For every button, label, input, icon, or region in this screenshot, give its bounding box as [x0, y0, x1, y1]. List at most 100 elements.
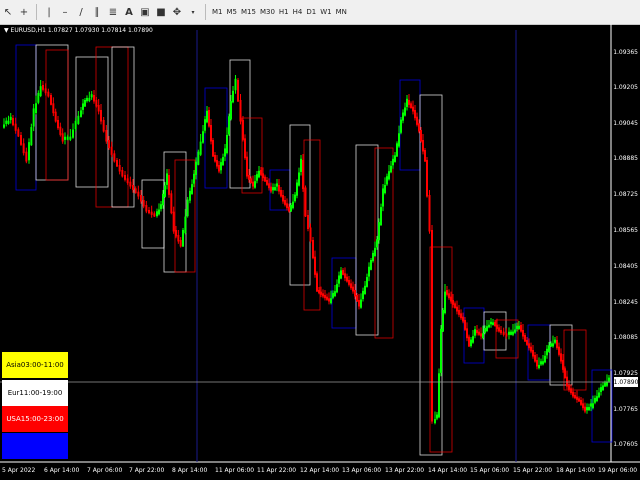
timeframe-m15-button[interactable]: M15: [240, 7, 257, 17]
bull-candle-body: [470, 339, 472, 347]
bull-candle-body: [518, 325, 520, 329]
bear-candle-body: [132, 185, 134, 190]
bull-candle-body: [596, 396, 598, 402]
toolbar: ↖ + | – / ∥ ≣ A ▣ ■ ✥ ▾ M1 M5 M15 M30 H1…: [0, 0, 640, 25]
bull-candle-body: [35, 103, 37, 114]
bull-candle-body: [88, 97, 91, 102]
trendline-icon[interactable]: /: [74, 5, 88, 19]
bear-candle-body: [270, 186, 272, 192]
bear-candle-body: [12, 118, 14, 126]
bear-candle-body: [356, 295, 358, 302]
bull-candle-body: [398, 133, 400, 147]
bull-candle-body: [594, 397, 596, 403]
bull-candle-body: [82, 103, 84, 110]
text-label-icon[interactable]: ▣: [138, 5, 152, 19]
bear-candle-body: [262, 173, 264, 179]
off-session-button[interactable]: Off9:00-3:00: [2, 433, 68, 459]
horizontal-line-icon[interactable]: –: [58, 5, 72, 19]
timeframe-mn-button[interactable]: MN: [335, 7, 348, 17]
bull-candle-body: [7, 120, 10, 124]
bear-candle-body: [57, 120, 59, 129]
bull-candle-body: [86, 97, 88, 102]
bear-candle-body: [520, 325, 522, 332]
timeframe-m5-button[interactable]: M5: [226, 7, 239, 17]
asia-session-button[interactable]: Asia03:00-11:00: [2, 352, 68, 378]
usa-session-button[interactable]: USA15:00-23:00: [2, 406, 68, 432]
bull-candle-body: [540, 361, 542, 365]
timeframe-d1-button[interactable]: D1: [305, 7, 317, 17]
bear-candle-body: [50, 95, 52, 105]
bear-candle-body: [208, 110, 210, 127]
bear-candle-body: [278, 185, 280, 192]
bear-candle-body: [242, 120, 244, 140]
bear-candle-body: [522, 330, 524, 337]
bear-candle-body: [314, 256, 316, 275]
arrow-shapes-icon[interactable]: ✥: [170, 5, 184, 19]
bear-candle-body: [476, 330, 478, 334]
bull-candle-body: [378, 222, 380, 241]
bear-candle-body: [532, 350, 534, 357]
equidistant-channel-icon[interactable]: ∥: [90, 5, 104, 19]
bear-candle-body: [328, 298, 330, 302]
bull-candle-body: [5, 120, 8, 124]
bull-candle-body: [166, 173, 168, 185]
price-chart[interactable]: [0, 24, 640, 480]
bear-candle-body: [307, 215, 309, 229]
time-axis-label: 12 Apr 14:00: [300, 467, 340, 474]
bull-candle-body: [472, 336, 474, 343]
dropdown-arrow-icon[interactable]: ▾: [186, 5, 200, 19]
bull-candle-body: [64, 136, 66, 140]
bull-candle-body: [228, 116, 230, 135]
crosshair-icon[interactable]: +: [17, 5, 31, 19]
bear-candle-body: [412, 106, 414, 112]
time-axis-label: 11 Apr 06:00: [215, 467, 255, 474]
bull-candle-body: [400, 119, 402, 133]
bear-candle-body: [420, 130, 422, 142]
session-box: [141, 179, 165, 249]
bull-candle-body: [274, 187, 276, 191]
bear-candle-body: [17, 129, 20, 137]
time-axis-label: 18 Apr 14:00: [556, 467, 596, 474]
bear-candle-body: [54, 111, 57, 122]
timeframe-h4-button[interactable]: H4: [292, 7, 304, 17]
bear-candle-body: [286, 203, 288, 209]
bull-candle-body: [294, 194, 296, 202]
time-axis-label: 7 Apr 06:00: [87, 467, 123, 474]
bear-candle-body: [177, 235, 180, 242]
bear-candle-body: [20, 135, 22, 145]
bear-candle-body: [494, 322, 496, 327]
bear-candle-body: [528, 343, 530, 349]
bear-candle-body: [179, 240, 182, 247]
bear-candle-body: [218, 165, 220, 172]
cursor-icon[interactable]: ↖: [1, 5, 15, 19]
bull-candle-body: [30, 127, 33, 146]
timeframe-m30-button[interactable]: M30: [259, 7, 276, 17]
session-label: Off9:00-3:00: [12, 442, 58, 450]
bear-candle-body: [502, 331, 505, 335]
symbol-dropdown-icon[interactable]: ▼: [4, 27, 9, 34]
bull-candle-body: [234, 78, 237, 91]
bull-candle-body: [390, 165, 392, 173]
time-axis-label: 6 Apr 14:00: [44, 467, 80, 474]
fibonacci-icon[interactable]: ≣: [106, 5, 120, 19]
bear-candle-body: [280, 190, 282, 197]
timeframe-w1-button[interactable]: W1: [319, 7, 332, 17]
bull-candle-body: [372, 252, 374, 262]
europe-session-button[interactable]: Eur11:00-19:00: [2, 380, 68, 406]
bull-candle-body: [195, 161, 197, 175]
bear-candle-body: [466, 328, 468, 339]
bull-candle-body: [330, 298, 332, 304]
rectangle-shape-icon[interactable]: ■: [154, 5, 168, 19]
symbol-ohlc-text: EURUSD,H1 1.07827 1.07930 1.07814 1.0789…: [10, 27, 153, 34]
timeframe-m1-button[interactable]: M1: [211, 7, 224, 17]
bull-candle-body: [39, 86, 42, 97]
bear-candle-body: [142, 200, 145, 207]
time-axis-label: 8 Apr 14:00: [172, 467, 208, 474]
timeframe-h1-button[interactable]: H1: [278, 7, 290, 17]
bear-candle-body: [44, 88, 47, 94]
day-separators: [196, 30, 517, 462]
bull-candle-body: [182, 230, 184, 247]
bear-candle-body: [145, 205, 148, 212]
text-icon[interactable]: A: [122, 5, 136, 19]
vertical-line-icon[interactable]: |: [42, 5, 56, 19]
